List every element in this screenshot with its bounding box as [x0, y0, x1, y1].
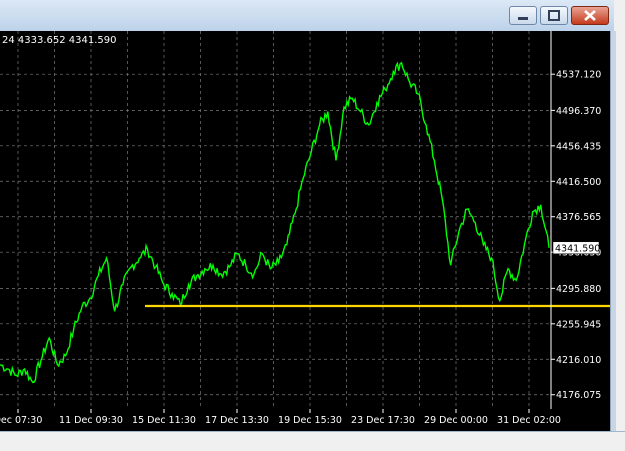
x-tick-label: 11 Dec 09:30 — [59, 415, 123, 426]
maximize-icon — [548, 10, 560, 21]
y-tick-label: 4176.075 — [556, 390, 601, 401]
y-tick-label: 4376.565 — [556, 212, 601, 223]
y-tick-label: 4416.500 — [556, 177, 601, 188]
x-tick-label: 15 Dec 11:30 — [132, 415, 196, 426]
x-tick-label: 23 Dec 17:30 — [351, 415, 415, 426]
maximize-button[interactable] — [540, 6, 568, 25]
y-tick-label: 4537.120 — [556, 70, 601, 81]
current-price-label: 4341.590 — [555, 243, 600, 254]
trading-chart-window: 4537.120 4496.370 4456.435 4416.500 4376.565… — [0, 0, 625, 451]
time-axis: Dec 07:30 11 Dec 09:30 15 Dec 11:30 17 Dec … — [0, 409, 561, 426]
close-button[interactable] — [571, 6, 609, 25]
minimize-button[interactable] — [509, 6, 537, 25]
x-tick-label: Dec 07:30 — [0, 415, 42, 426]
chart-grid — [0, 31, 551, 409]
x-tick-label: 29 Dec 00:00 — [424, 415, 488, 426]
status-bar — [0, 431, 625, 451]
price-axis: 4537.120 4496.370 4456.435 4416.500 4376.565… — [551, 70, 601, 401]
close-icon — [584, 10, 596, 21]
x-tick-label: 17 Dec 13:30 — [205, 415, 269, 426]
y-tick-label: 4496.370 — [556, 106, 601, 117]
chart-header-text: 24 4333.652 4341.590 — [2, 35, 117, 46]
price-chart[interactable]: 4537.120 4496.370 4456.435 4416.500 4376.565… — [0, 31, 625, 431]
y-tick-label: 4255.945 — [556, 319, 601, 330]
chart-area[interactable]: 4537.120 4496.370 4456.435 4416.500 4376.565… — [0, 31, 625, 431]
y-tick-label: 4295.880 — [556, 284, 601, 295]
minimize-icon — [518, 17, 528, 20]
current-price-marker: 4341.590 — [552, 241, 600, 254]
x-tick-label: 19 Dec 15:30 — [278, 415, 342, 426]
title-bar[interactable] — [0, 0, 614, 32]
window-border — [610, 31, 616, 431]
y-tick-label: 4456.435 — [556, 141, 601, 152]
x-tick-label: 31 Dec 02:00 — [497, 415, 561, 426]
y-tick-label: 4216.010 — [556, 355, 601, 366]
price-series-line — [0, 61, 550, 384]
